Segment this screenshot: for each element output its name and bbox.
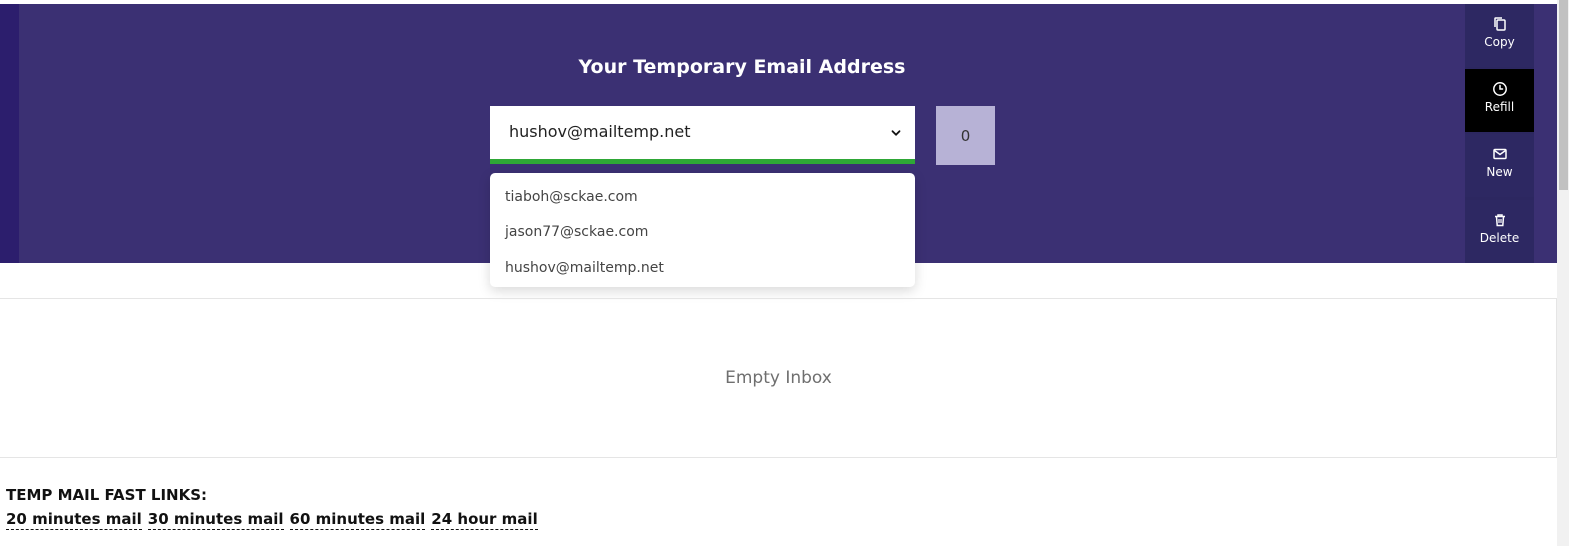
dropdown-option[interactable]: hushov@mailtemp.net <box>490 250 915 286</box>
email-dropdown: tiaboh@sckae.com jason77@sckae.com husho… <box>490 173 915 287</box>
page-scrollbar[interactable] <box>1557 0 1569 546</box>
dropdown-option[interactable]: jason77@sckae.com <box>490 215 915 251</box>
fast-link-60-minutes[interactable]: 60 minutes mail <box>289 510 426 530</box>
trash-icon <box>1494 214 1505 227</box>
fast-link-20-minutes[interactable]: 20 minutes mail <box>6 510 142 530</box>
dropdown-option[interactable]: tiaboh@sckae.com <box>490 179 915 215</box>
refill-label: Refill <box>1484 100 1515 114</box>
copy-button[interactable]: Copy <box>1465 4 1534 67</box>
delete-label: Delete <box>1479 231 1520 245</box>
action-sidebar: Copy Refill New Delete <box>1465 4 1534 263</box>
selected-email: hushov@mailtemp.net <box>509 122 691 141</box>
email-select[interactable]: hushov@mailtemp.net <box>490 106 915 164</box>
fast-link-30-minutes[interactable]: 30 minutes mail <box>147 510 284 530</box>
refill-button[interactable]: Refill <box>1465 69 1534 132</box>
fast-links-heading: TEMP MAIL FAST LINKS: <box>6 486 208 504</box>
fast-link-24-hour[interactable]: 24 hour mail <box>431 510 538 530</box>
inbox-panel: Empty Inbox <box>0 298 1557 458</box>
new-button[interactable]: New <box>1465 134 1534 197</box>
mail-icon <box>1492 148 1507 160</box>
scrollbar-thumb[interactable] <box>1559 0 1568 190</box>
hero-left-edge <box>0 4 19 263</box>
delete-button[interactable]: Delete <box>1465 200 1534 263</box>
email-counter: 0 <box>936 106 995 165</box>
copy-icon <box>1493 17 1506 31</box>
empty-inbox-message: Empty Inbox <box>725 368 832 388</box>
fast-links-list: 20 minutes mail 30 minutes mail 60 minutes… <box>6 509 544 530</box>
fast-links-section: TEMP MAIL FAST LINKS: 20 minutes mail 30 … <box>6 486 544 530</box>
clock-icon <box>1492 82 1507 96</box>
copy-label: Copy <box>1484 35 1515 49</box>
new-label: New <box>1486 165 1513 179</box>
page: Your Temporary Email Address hushov@mail… <box>0 0 1589 546</box>
chevron-down-icon <box>891 130 901 136</box>
hero-title: Your Temporary Email Address <box>578 56 906 78</box>
